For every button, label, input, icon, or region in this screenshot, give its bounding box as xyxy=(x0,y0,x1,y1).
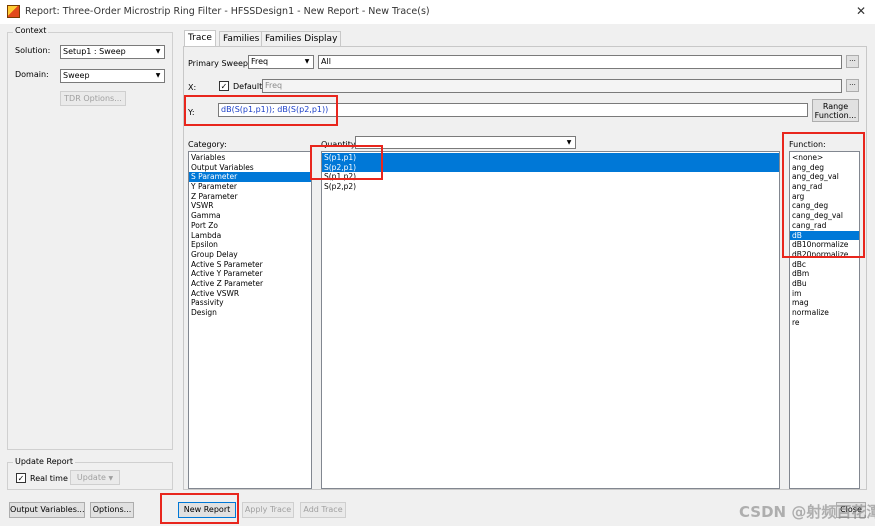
quantity-list-item[interactable]: S(p2,p2) xyxy=(322,182,779,192)
options-button[interactable]: Options... xyxy=(90,502,134,518)
quantity-filter-select[interactable]: ▼ xyxy=(355,136,576,149)
category-list-item[interactable]: VSWR xyxy=(189,201,311,211)
function-list-item[interactable]: dBc xyxy=(790,260,859,270)
function-list-item[interactable]: im xyxy=(790,289,859,299)
x-ellipsis-button[interactable]: ... xyxy=(846,79,859,92)
function-list-item[interactable]: dBm xyxy=(790,269,859,279)
tdr-options-button[interactable]: TDR Options... xyxy=(60,91,126,106)
category-list-item[interactable]: Gamma xyxy=(189,211,311,221)
quantity-list-item[interactable]: S(p2,p1) xyxy=(322,162,779,173)
function-list-item[interactable]: mag xyxy=(790,298,859,308)
x-quantity-field[interactable]: Freq xyxy=(262,79,842,93)
x-default-checkbox[interactable]: ✓ xyxy=(219,81,229,91)
chevron-down-icon: ▼ xyxy=(155,48,161,55)
chevron-down-icon: ▼ xyxy=(155,72,161,79)
quantity-highlight-box xyxy=(310,145,383,180)
hfss-app-icon xyxy=(7,5,20,18)
y-highlight-box xyxy=(184,95,338,126)
category-list-item[interactable]: Design xyxy=(189,308,311,318)
x-default-label: Default xyxy=(233,82,263,91)
category-list-item[interactable]: Active VSWR xyxy=(189,289,311,299)
category-list-item[interactable]: Port Zo xyxy=(189,221,311,231)
function-list-item[interactable]: normalize xyxy=(790,308,859,318)
function-list-item[interactable]: dBu xyxy=(790,279,859,289)
window-title: Report: Three-Order Microstrip Ring Filt… xyxy=(25,6,430,17)
chevron-down-icon: ▼ xyxy=(566,139,572,146)
tab-families[interactable]: Families xyxy=(219,31,264,46)
context-group-label: Context xyxy=(13,26,49,35)
update-button-label: Update xyxy=(76,473,106,482)
domain-label: Domain: xyxy=(15,70,49,79)
range-button-line1: Range xyxy=(822,102,849,111)
quantity-list-item[interactable]: S(p1,p2) xyxy=(322,172,779,182)
quantity-list[interactable]: S(p1,p1) S(p2,p1) S(p1,p2) S(p2,p2) xyxy=(321,151,780,489)
function-list-item[interactable]: re xyxy=(790,318,859,328)
function-highlight-box xyxy=(782,132,865,258)
watermark-text: CSDN @射频百花潭 xyxy=(739,503,875,521)
category-list-item[interactable]: Active Y Parameter xyxy=(189,269,311,279)
category-list-item[interactable]: Group Delay xyxy=(189,250,311,260)
category-list-item[interactable]: Passivity xyxy=(189,298,311,308)
close-window-icon[interactable]: ✕ xyxy=(852,2,870,20)
update-report-group-label: Update Report xyxy=(13,457,76,466)
category-list-item[interactable]: Epsilon xyxy=(189,240,311,250)
category-label: Category: xyxy=(188,140,227,149)
category-list-item[interactable]: Active Z Parameter xyxy=(189,279,311,289)
realtime-checkbox[interactable]: ✓ xyxy=(16,473,26,483)
chevron-down-icon: ▼ xyxy=(304,58,310,65)
category-list-item[interactable]: Lambda xyxy=(189,231,311,241)
domain-select[interactable]: Sweep ▼ xyxy=(60,69,165,83)
chevron-down-icon: ▼ xyxy=(108,475,114,482)
primary-sweep-values-field[interactable]: All xyxy=(318,55,842,69)
realtime-label: Real time xyxy=(30,474,68,483)
new-report-button[interactable]: New Report xyxy=(178,502,236,518)
tab-trace[interactable]: Trace xyxy=(184,30,216,46)
solution-label: Solution: xyxy=(15,46,51,55)
add-trace-button[interactable]: Add Trace xyxy=(300,502,346,518)
output-variables-button[interactable]: Output Variables... xyxy=(9,502,85,518)
solution-select[interactable]: Setup1 : Sweep ▼ xyxy=(60,45,165,59)
category-list-item[interactable]: Y Parameter xyxy=(189,182,311,192)
tab-families-display[interactable]: Families Display xyxy=(261,31,342,46)
range-function-button[interactable]: Range Function... xyxy=(812,99,859,122)
primary-sweep-label: Primary Sweep: xyxy=(188,59,251,68)
category-list-item[interactable]: Output Variables xyxy=(189,163,311,173)
primary-sweep-select[interactable]: Freq ▼ xyxy=(248,55,314,69)
x-label: X: xyxy=(188,83,197,92)
category-list[interactable]: Variables Output Variables S Parameter Y Pa… xyxy=(188,151,312,489)
category-list-item[interactable]: Z Parameter xyxy=(189,192,311,202)
apply-trace-button[interactable]: Apply Trace xyxy=(242,502,294,518)
quantity-list-item[interactable]: S(p1,p1) xyxy=(322,153,779,163)
update-button[interactable]: Update ▼ xyxy=(70,470,120,485)
primary-sweep-ellipsis-button[interactable]: ... xyxy=(846,55,859,68)
category-list-item[interactable]: Variables xyxy=(189,153,311,163)
title-bar: Report: Three-Order Microstrip Ring Filt… xyxy=(0,0,875,24)
range-button-line2: Function... xyxy=(814,111,857,120)
category-list-item[interactable]: Active S Parameter xyxy=(189,260,311,270)
category-list-item[interactable]: S Parameter xyxy=(189,172,311,183)
